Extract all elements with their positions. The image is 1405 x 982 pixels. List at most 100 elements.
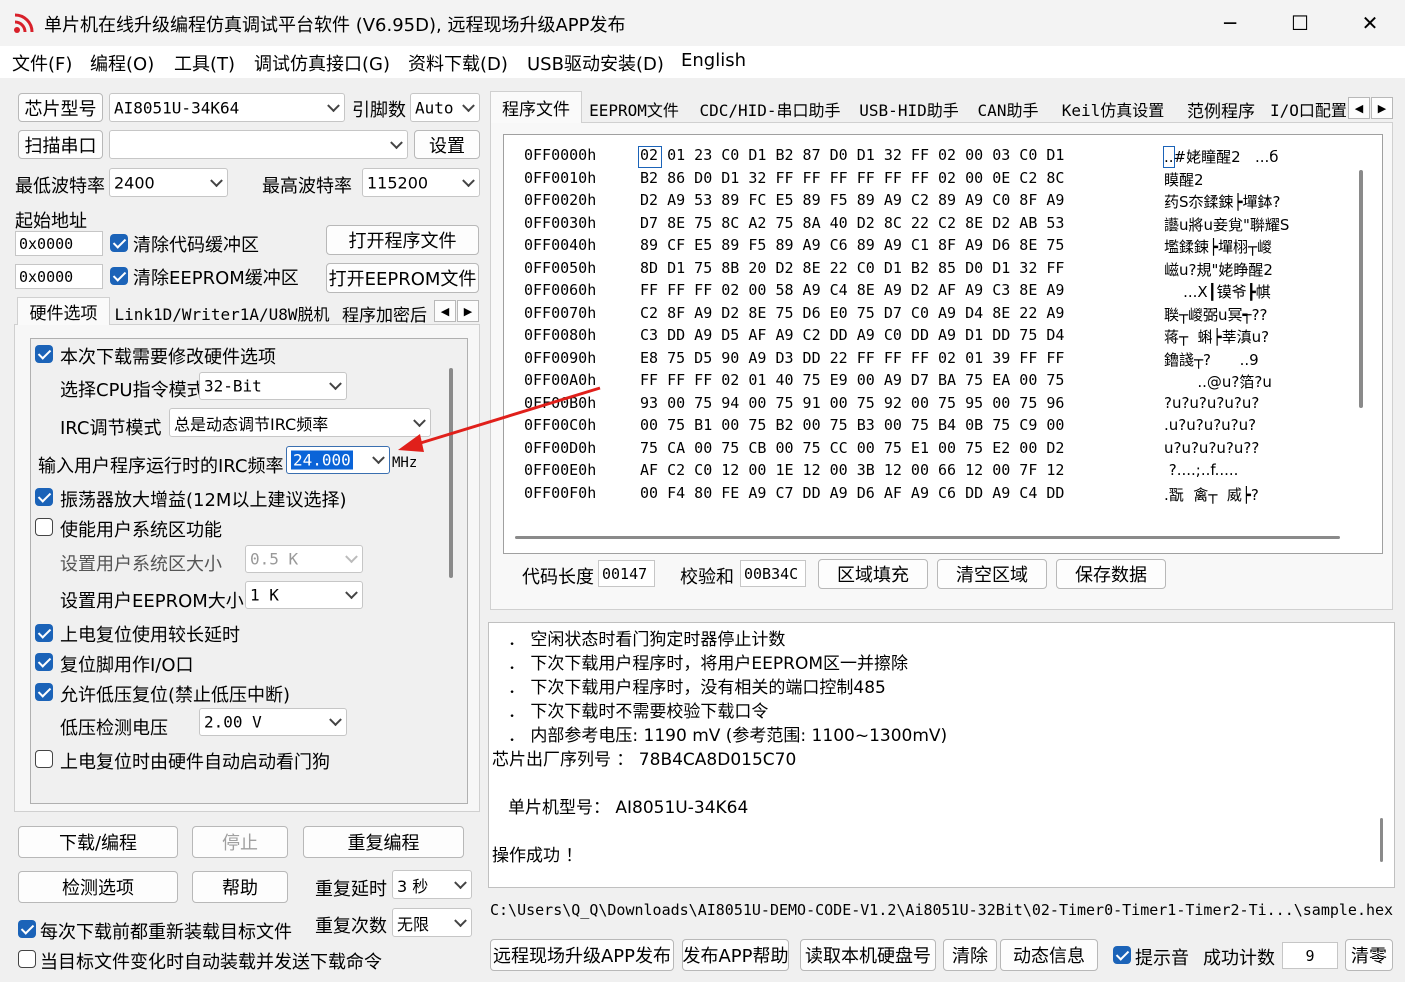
tab-io-config[interactable]: I/O口配置 <box>1270 95 1346 123</box>
cpu-mode-select[interactable]: 32-Bit <box>199 372 347 400</box>
chevron-down-icon <box>454 875 467 889</box>
pins-select[interactable]: Auto <box>410 93 480 122</box>
repeat-count-label: 重复次数 <box>315 916 387 937</box>
tab-usb-hid[interactable]: USB-HID助手 <box>855 95 963 123</box>
hex-address: 0FF00B0h <box>524 393 597 412</box>
tab-scroll-left-icon[interactable]: ◀ <box>1348 97 1370 119</box>
beep-label: 提示音 <box>1135 948 1189 969</box>
reset-count-button[interactable]: 清零 <box>1345 939 1393 971</box>
menu-download[interactable]: 资料下载(D) <box>408 50 508 76</box>
open-program-file-button[interactable]: 打开程序文件 <box>326 225 479 255</box>
hex-vscrollbar[interactable] <box>1359 170 1363 408</box>
menu-program[interactable]: 编程(O) <box>90 50 154 76</box>
reload-before-download-checkbox[interactable] <box>18 920 36 938</box>
tab-encryption[interactable]: 程序加密后 <box>336 300 432 326</box>
hex-address: 0FF00C0h <box>524 416 597 434</box>
hex-address: 0FF00A0h <box>524 371 597 389</box>
download-program-button[interactable]: 下载/编程 <box>18 826 178 858</box>
port-settings-button[interactable]: 设置 <box>414 130 480 159</box>
lvd-voltage-select[interactable]: 2.00 V <box>199 708 347 736</box>
auto-reload-label: 当目标文件变化时自动装载并发送下载命令 <box>40 952 382 973</box>
tab-examples[interactable]: 范例程序 <box>1178 95 1264 123</box>
tab-offline-writer[interactable]: Link1D/Writer1A/U8W脱机 <box>112 300 332 326</box>
repeat-program-button[interactable]: 重复编程 <box>303 826 464 858</box>
min-baud-select[interactable]: 2400 <box>109 168 228 197</box>
hex-bytes: 75 CA 00 75 CB 00 75 CC 00 75 E1 00 75 E… <box>640 438 1065 457</box>
chip-type-button[interactable]: 芯片型号 <box>18 93 103 122</box>
log-line: ． 下次下载时不需要校验下载口令 <box>508 702 769 722</box>
hex-ascii: 聫┬嵕弼u冥┭?? <box>1164 305 1268 324</box>
reload-before-download-label: 每次下载前都重新装载目标文件 <box>40 922 292 943</box>
dynamic-info-button[interactable]: 动态信息 <box>1000 939 1098 971</box>
tab-scroll-right-icon[interactable]: ▶ <box>1371 97 1393 119</box>
menu-usb-driver[interactable]: USB驱动安装(D) <box>527 50 664 76</box>
chevron-down-icon <box>345 550 358 564</box>
hex-ascii: ..#姥瞳醒2 ...б <box>1164 148 1279 166</box>
clear-log-button[interactable]: 清除 <box>943 939 997 971</box>
irc-mode-select[interactable]: 总是动态调节IRC频率 <box>169 408 431 437</box>
reset-io-label: 复位脚用作I/O口 <box>60 655 194 676</box>
stop-button[interactable]: 停止 <box>192 826 288 858</box>
modify-hw-options-checkbox[interactable] <box>35 345 53 363</box>
eeprom-start-address-input[interactable]: 0x0000 <box>15 264 103 289</box>
publish-app-help-button[interactable]: 发布APP帮助 <box>682 939 789 971</box>
wdt-auto-checkbox[interactable] <box>35 750 53 768</box>
read-disk-id-button[interactable]: 读取本机硬盘号 <box>800 939 936 971</box>
user-sys-area-checkbox[interactable] <box>35 518 53 536</box>
hex-hscrollbar[interactable] <box>515 536 1340 539</box>
tab-can[interactable]: CAN助手 <box>970 95 1046 123</box>
tab-cdc-hid-serial[interactable]: CDC/HID-串口助手 <box>690 95 850 123</box>
hex-bytes: FF FF FF 02 01 40 75 E9 00 A9 D7 BA 75 E… <box>640 371 1065 389</box>
tab-scroll-left-icon[interactable]: ◀ <box>434 300 456 322</box>
chevron-down-icon <box>329 377 342 391</box>
sys-size-select[interactable]: 0.5 K <box>245 545 363 573</box>
chip-type-select[interactable]: AI8051U-34K64 <box>109 93 345 122</box>
scan-port-button[interactable]: 扫描串口 <box>18 130 103 159</box>
title-bar: 单片机在线升级编程仿真调试平台软件 (V6.95D), 远程现场升级APP发布 … <box>0 0 1405 46</box>
tab-scroll-right-icon[interactable]: ▶ <box>457 300 479 322</box>
tab-program-file[interactable]: 程序文件 <box>490 91 582 123</box>
lvd-reset-checkbox[interactable] <box>35 683 53 701</box>
osc-gain-checkbox[interactable] <box>35 488 53 506</box>
clear-area-button[interactable]: 清空区域 <box>937 559 1047 589</box>
tab-eeprom-file[interactable]: EEPROM文件 <box>586 95 682 123</box>
lvd-voltage-label: 低压检测电压 <box>60 718 168 739</box>
options-scrollbar[interactable] <box>449 368 453 578</box>
repeat-delay-select[interactable]: 3 秒 <box>392 870 472 899</box>
max-baud-select[interactable]: 115200 <box>362 168 480 197</box>
help-button[interactable]: 帮助 <box>192 871 288 903</box>
open-eeprom-file-button[interactable]: 打开EEPROM文件 <box>326 263 479 293</box>
tab-hardware-options[interactable]: 硬件选项 <box>17 297 110 325</box>
check-options-button[interactable]: 检测选项 <box>18 871 178 903</box>
tab-keil-settings[interactable]: Keil仿真设置 <box>1052 95 1174 123</box>
irc-freq-select[interactable]: 24.000 <box>286 446 390 474</box>
auto-reload-checkbox[interactable] <box>18 950 36 968</box>
menu-file[interactable]: 文件(F) <box>12 50 72 76</box>
remote-upgrade-button[interactable]: 远程现场升级APP发布 <box>490 939 674 971</box>
clear-code-checkbox[interactable] <box>110 234 128 252</box>
code-start-address-input[interactable]: 0x0000 <box>15 231 103 256</box>
checksum-label: 校验和 <box>680 567 734 588</box>
port-select[interactable] <box>109 130 408 159</box>
repeat-count-select[interactable]: 无限 <box>392 908 472 937</box>
menu-tools[interactable]: 工具(T) <box>174 50 235 76</box>
maximize-icon[interactable]: ☐ <box>1265 0 1335 46</box>
menu-debug[interactable]: 调试仿真接口(G) <box>254 50 390 76</box>
save-data-button[interactable]: 保存数据 <box>1056 559 1166 589</box>
hex-address: 0FF0040h <box>524 236 597 254</box>
reset-io-checkbox[interactable] <box>35 653 53 671</box>
clear-eeprom-checkbox[interactable] <box>110 267 128 285</box>
checksum-value: 00B34C <box>740 560 806 587</box>
log-line: 单片机型号： AI8051U-34K64 <box>508 798 749 818</box>
eeprom-size-select[interactable]: 1 K <box>245 581 363 609</box>
minimize-icon[interactable]: ─ <box>1195 0 1265 46</box>
fill-area-button[interactable]: 区域填充 <box>818 559 928 589</box>
irc-freq-value: 24.000 <box>291 450 353 470</box>
close-icon[interactable]: ✕ <box>1335 0 1405 46</box>
beep-checkbox[interactable] <box>1113 946 1131 964</box>
log-scrollbar[interactable] <box>1380 818 1383 862</box>
min-baud-label: 最低波特率 <box>15 176 105 197</box>
hex-bytes: B2 86 D0 D1 32 FF FF FF FF FF FF 02 00 0… <box>640 168 1065 187</box>
menu-english[interactable]: English <box>681 50 746 71</box>
long-reset-checkbox[interactable] <box>35 624 53 642</box>
